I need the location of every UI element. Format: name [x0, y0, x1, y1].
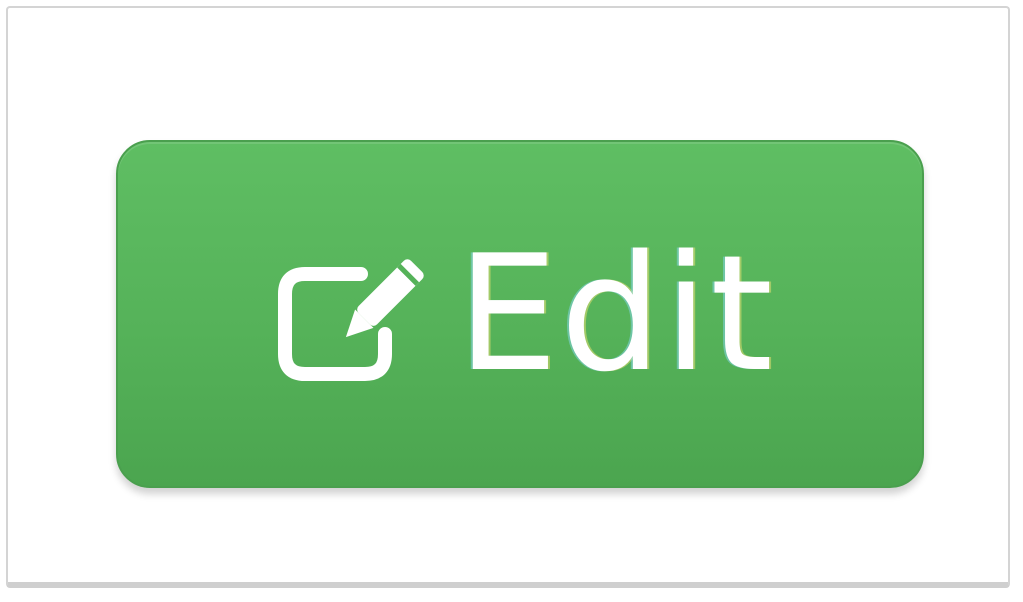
edit-button-label: Edit [457, 220, 775, 407]
edit-button[interactable]: Edit [116, 140, 924, 488]
screenshot-frame: Edit [6, 6, 1010, 588]
edit-icon [265, 242, 435, 392]
